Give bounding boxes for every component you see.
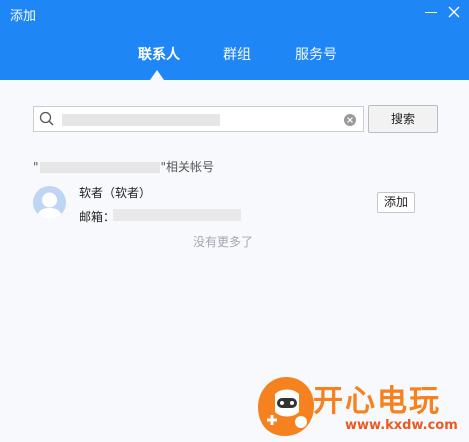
- redacted-query-inline: [39, 162, 160, 173]
- tab-service-accounts[interactable]: 服务号: [295, 44, 337, 64]
- watermark-brand: 开心电玩: [313, 384, 441, 419]
- search-button[interactable]: 搜索: [368, 105, 438, 133]
- search-icon: [39, 111, 55, 131]
- tab-contacts[interactable]: 联系人: [138, 44, 180, 64]
- window-title: 添加: [10, 9, 37, 24]
- avatar[interactable]: [33, 186, 66, 219]
- tab-selected-indicator: [150, 70, 164, 80]
- close-icon[interactable]: [443, 0, 467, 24]
- no-more-results: 没有更多了: [193, 235, 254, 249]
- minimize-icon[interactable]: [420, 0, 444, 24]
- clear-icon[interactable]: [344, 114, 356, 126]
- redacted-email: [113, 209, 241, 221]
- watermark-logo-icon: [258, 377, 314, 436]
- watermark: 开心电玩 www.kxdw.com: [255, 372, 469, 442]
- related-label-suffix: "相关帐号: [160, 160, 215, 174]
- contact-name: 软者（软者）: [79, 186, 152, 200]
- list-item: 软者（软者） 邮箱： 添加: [33, 180, 433, 230]
- watermark-url: www.kxdw.com: [345, 418, 458, 433]
- related-quote-open: ": [33, 160, 39, 174]
- redacted-query: [62, 114, 220, 126]
- related-accounts-label: " "相关帐号: [33, 158, 214, 175]
- tab-bar: 联系人 群组 服务号: [0, 44, 469, 80]
- tab-groups[interactable]: 群组: [223, 44, 251, 64]
- add-contact-button[interactable]: 添加: [377, 192, 415, 213]
- search-box: [33, 106, 364, 132]
- email-label: 邮箱：: [79, 210, 116, 224]
- add-window: 添加 联系人 群组 服务号 搜索 " "相关帐号 软者（软者） 邮箱： 添加 没…: [0, 0, 469, 442]
- header-bar: 添加 联系人 群组 服务号: [0, 0, 469, 80]
